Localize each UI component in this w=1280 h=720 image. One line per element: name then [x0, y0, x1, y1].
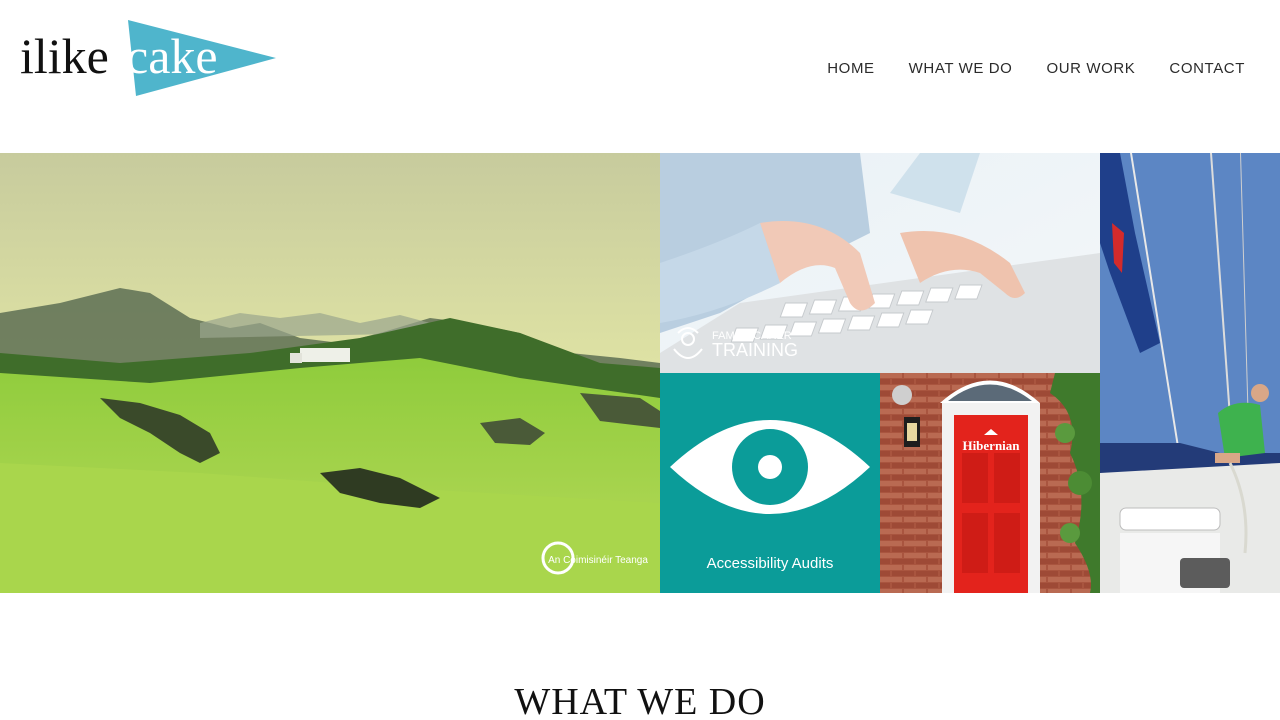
- door-caption: Hibernian: [962, 438, 1020, 453]
- logo-text-light: cake: [126, 28, 218, 84]
- nav-home[interactable]: HOME: [827, 60, 874, 77]
- keyboard-caption-big: TRAINING: [712, 340, 798, 360]
- gallery-tile-landscape[interactable]: An Coimisinéir Teanga: [0, 153, 660, 593]
- logo-text-dark: ilike: [20, 28, 109, 84]
- site-logo[interactable]: ilike cake: [18, 18, 278, 98]
- gallery-tile-family-carer-training[interactable]: FAMILY CARER TRAINING: [660, 153, 1100, 373]
- nav-contact[interactable]: CONTACT: [1169, 60, 1245, 77]
- landscape-caption: An Coimisinéir Teanga: [548, 555, 648, 566]
- keyboard-image: FAMILY CARER TRAINING: [660, 153, 1100, 373]
- nav-our-work[interactable]: OUR WORK: [1046, 60, 1135, 77]
- nav-what-we-do[interactable]: WHAT WE DO: [909, 60, 1013, 77]
- sailing-image: [1100, 153, 1280, 593]
- gallery-tile-accessibility-audits[interactable]: Accessibility Audits: [660, 373, 880, 593]
- gallery-tile-hibernian[interactable]: Hibernian: [880, 373, 1100, 593]
- section-title-what-we-do: WHAT WE DO: [514, 681, 766, 720]
- gallery-tile-sailing[interactable]: [1100, 153, 1280, 593]
- site-header: ilike cake HOME WHAT WE DO OUR WORK CONT…: [0, 0, 1280, 153]
- main-nav: HOME WHAT WE DO OUR WORK CONTACT: [793, 60, 1245, 77]
- landscape-image: An Coimisinéir Teanga: [0, 153, 660, 593]
- accessibility-caption: Accessibility Audits: [706, 555, 834, 572]
- portfolio-gallery: An Coimisinéir Teanga FAMILY CARER TRAIN…: [0, 153, 1280, 593]
- door-image: Hibernian: [880, 373, 1100, 593]
